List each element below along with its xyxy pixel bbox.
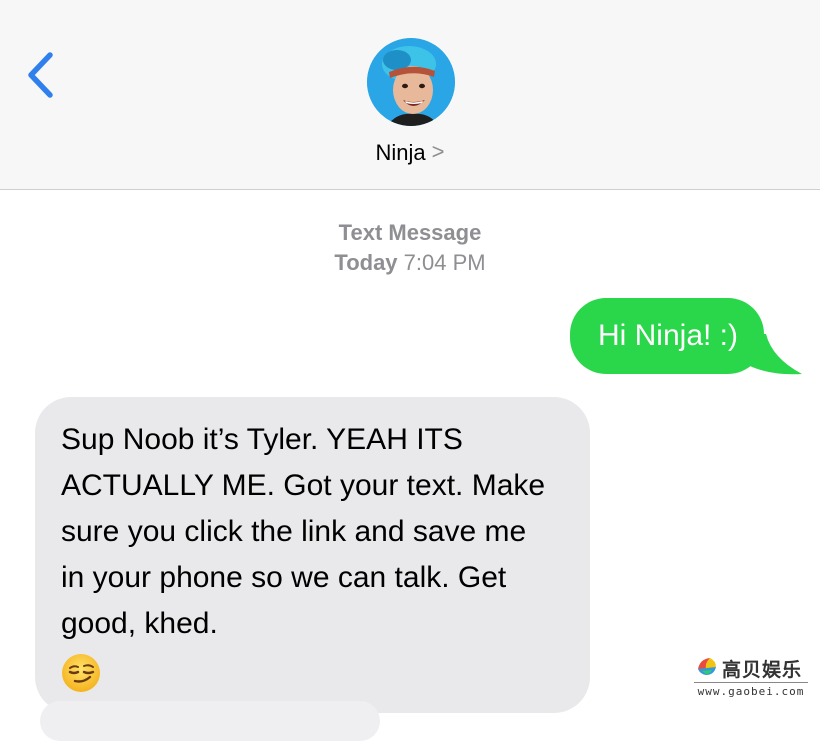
conversation-header: Ninja >	[0, 0, 820, 190]
contact-name-button[interactable]: Ninja >	[0, 139, 820, 166]
sent-message-text: Hi Ninja! :)	[597, 319, 738, 352]
received-message-text: Sup Noob it’s Tyler. YEAH ITS ACTUALLY M…	[61, 423, 546, 640]
timestamp: Today 7:04 PM	[0, 250, 820, 276]
received-message-bubble[interactable]: Sup Noob it’s Tyler. YEAH ITS ACTUALLY M…	[35, 397, 590, 714]
timestamp-time: 7:04 PM	[403, 250, 486, 275]
sent-message-bubble[interactable]: Hi Ninja! :)	[569, 298, 764, 374]
chevron-right-icon: >	[431, 139, 445, 164]
watermark: 高贝娱乐 www.gaobei.com	[690, 651, 815, 703]
message-type-label: Text Message	[338, 220, 482, 245]
smirking-face-icon	[62, 654, 100, 693]
contact-name: Ninja	[375, 140, 426, 165]
received-message-bubble-partial[interactable]	[40, 701, 380, 741]
back-button[interactable]	[22, 50, 58, 100]
watermark-url: www.gaobei.com	[694, 682, 808, 698]
timestamp-day: Today	[334, 250, 398, 275]
brand-logo-icon	[698, 658, 716, 675]
watermark-brand-text: 高贝娱乐	[722, 659, 803, 681]
contact-avatar[interactable]	[367, 38, 455, 126]
chevron-left-icon	[28, 52, 53, 98]
